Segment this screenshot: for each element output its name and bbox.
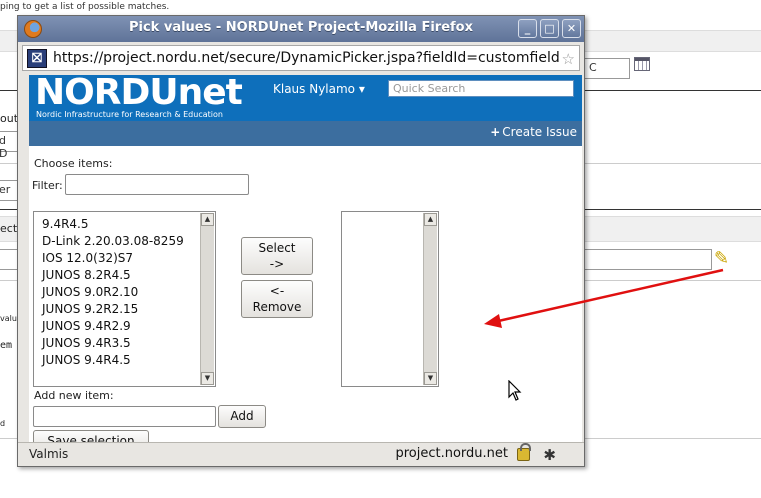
scroll-up-arrow-icon[interactable]: ▲ [424, 213, 437, 226]
available-items-list[interactable]: 9.4R4.5 D-Link 2.20.03.08-8259 IOS 12.0(32… [33, 211, 216, 387]
remove-button[interactable]: <- Remove [241, 280, 313, 318]
bookmark-star-icon[interactable]: ☆ [562, 50, 575, 68]
url-text[interactable]: https://project.nordu.net/secure/Dynamic… [53, 50, 559, 66]
list-item[interactable]: 9.4R4.5 [42, 216, 184, 233]
background-field[interactable]: er [0, 180, 18, 201]
background-field[interactable]: d D [0, 131, 18, 160]
user-name: Klaus Nylamo [273, 82, 356, 96]
create-issue-bar: + Create Issue [29, 121, 582, 146]
select-button-label: Select [258, 241, 296, 255]
nordunet-header: NORDUnet Nordic Infrastructure for Resea… [29, 75, 582, 121]
remove-button-label: Remove [252, 300, 302, 314]
list-item[interactable]: JUNOS 9.2R2.15 [42, 301, 184, 318]
maximize-button[interactable]: □ [540, 19, 559, 38]
filter-input[interactable] [65, 174, 249, 195]
background-field[interactable] [0, 249, 18, 270]
add-button[interactable]: Add [218, 405, 266, 428]
create-issue-link[interactable]: + Create Issue [490, 125, 577, 139]
list-item[interactable]: JUNOS 9.4R3.5 [42, 335, 184, 352]
selected-list-scrollbar[interactable]: ▲ ▼ [423, 213, 437, 385]
minimize-button[interactable]: _ [518, 19, 537, 38]
status-host: project.nordu.net [395, 446, 508, 461]
logo-subtitle: Nordic Infrastructure for Research & Edu… [36, 110, 223, 119]
pencil-icon[interactable]: ✎ [714, 248, 729, 269]
create-issue-label: Create Issue [502, 125, 577, 139]
window-titlebar[interactable]: Pick values - NORDUnet Project-Mozilla F… [18, 16, 584, 42]
site-identity-icon[interactable]: ⛝ [27, 49, 47, 68]
close-button[interactable]: ✕ [562, 19, 581, 38]
list-item[interactable]: JUNOS 9.4R4.5 [42, 352, 184, 369]
available-items: 9.4R4.5 D-Link 2.20.03.08-8259 IOS 12.0(32… [42, 216, 184, 369]
choose-items-label: Choose items: [34, 157, 113, 170]
selected-items-list[interactable]: ▲ ▼ [341, 211, 439, 387]
background-fragment: valu [0, 314, 17, 323]
list-item[interactable]: D-Link 2.20.03.08-8259 [42, 233, 184, 250]
add-new-item-input[interactable] [33, 406, 216, 427]
scroll-up-arrow-icon[interactable]: ▲ [201, 213, 214, 226]
picker-content: Choose items: Filter: 9.4R4.5 D-Link 2.20… [29, 146, 582, 453]
status-bar: Valmis project.nordu.net ✱ [18, 442, 584, 466]
quick-search-input[interactable]: Quick Search [388, 80, 574, 97]
background-field-text: d D [0, 134, 8, 160]
add-new-item-label: Add new item: [34, 389, 114, 402]
select-button-arrow: -> [269, 257, 285, 271]
user-menu[interactable]: Klaus Nylamo ▾ [273, 82, 365, 96]
background-field-text: er [0, 183, 11, 196]
chevron-down-icon: ▾ [358, 82, 365, 96]
remove-button-arrow: <- [269, 284, 285, 298]
background-text-field[interactable] [582, 249, 712, 270]
background-fragment: em [0, 340, 13, 351]
lock-icon[interactable] [517, 443, 531, 461]
list-item[interactable]: JUNOS 9.0R2.10 [42, 284, 184, 301]
mouse-cursor-icon [508, 380, 522, 401]
window-title: Pick values - NORDUnet Project-Mozilla F… [128, 20, 474, 35]
calendar-icon[interactable] [634, 57, 650, 71]
background-fragment: d [0, 419, 6, 428]
list-item[interactable]: JUNOS 9.4R2.9 [42, 318, 184, 335]
list-item[interactable]: IOS 12.0(32)S7 [42, 250, 184, 267]
filter-label: Filter: [32, 179, 63, 192]
list-item[interactable]: JUNOS 8.2R4.5 [42, 267, 184, 284]
firefox-popup-window: Pick values - NORDUnet Project-Mozilla F… [17, 15, 585, 467]
scroll-down-arrow-icon[interactable]: ▼ [201, 372, 214, 385]
background-date-field[interactable]: C [584, 58, 630, 79]
plus-icon: + [490, 125, 501, 139]
available-list-scrollbar[interactable]: ▲ ▼ [200, 213, 214, 385]
background-date-text: C [589, 61, 597, 74]
nordunet-logo[interactable]: NORDUnet [35, 75, 243, 111]
bug-icon[interactable]: ✱ [543, 446, 556, 464]
status-text: Valmis [29, 447, 69, 461]
select-button[interactable]: Select -> [241, 237, 313, 275]
url-bar[interactable]: ⛝ https://project.nordu.net/secure/Dynam… [22, 45, 580, 71]
background-hint-text: ping to get a list of possible matches. [0, 2, 170, 12]
scroll-down-arrow-icon[interactable]: ▼ [424, 372, 437, 385]
